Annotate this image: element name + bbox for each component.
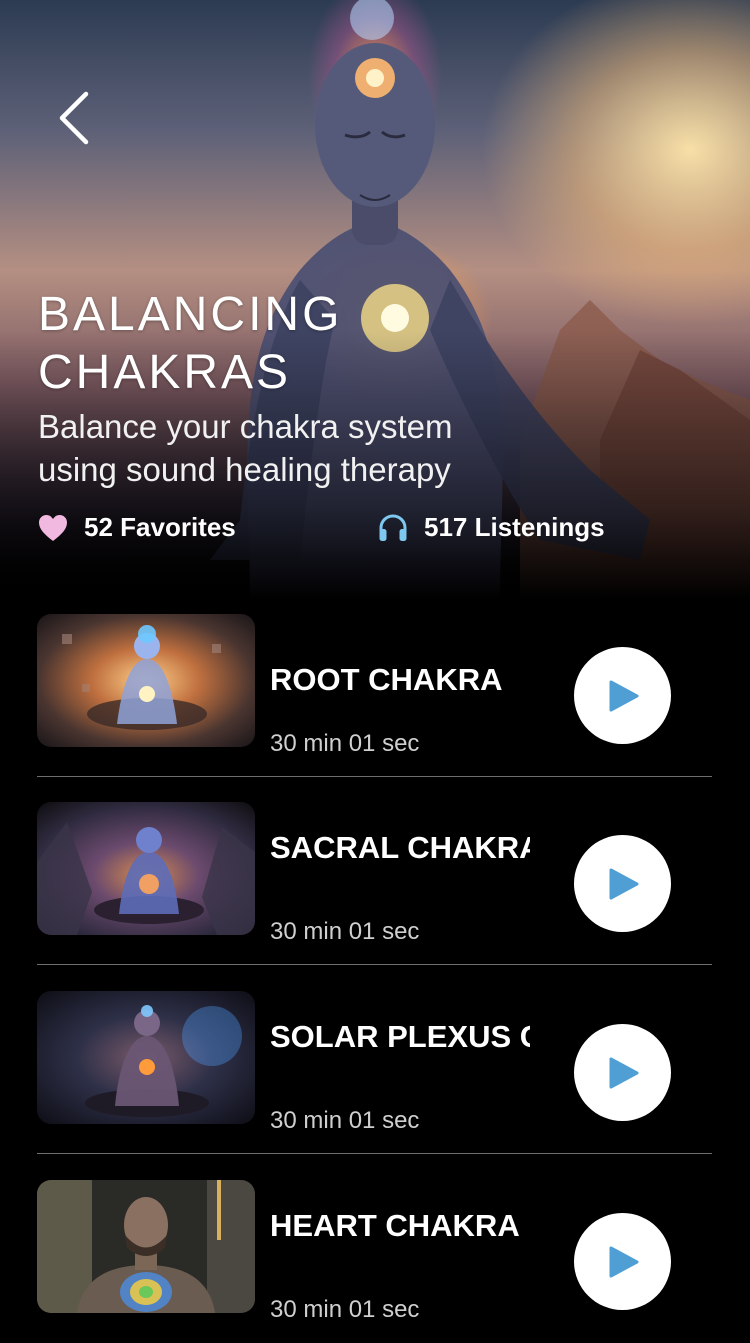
- page-subtitle: Balance your chakra system using sound h…: [38, 408, 453, 488]
- track-title: SOLAR PLEXUS CHAKRA: [270, 1019, 530, 1054]
- play-icon: [609, 1057, 638, 1088]
- track-row-heart-chakra[interactable]: HEART CHAKRA 30 min 01 sec: [37, 1155, 712, 1343]
- track-duration: 30 min 01 sec: [270, 730, 420, 757]
- play-icon: [609, 1246, 638, 1277]
- favorites-stat[interactable]: 52 Favorites: [38, 512, 236, 543]
- track-row-sacral-chakra[interactable]: SACRAL CHAKRA 30 min 01 sec: [37, 777, 712, 965]
- back-button[interactable]: [48, 88, 98, 148]
- play-button[interactable]: [574, 1213, 671, 1310]
- play-button[interactable]: [574, 647, 671, 744]
- page-title: BALANCING CHAKRAS: [38, 288, 343, 399]
- headphones-icon: [378, 513, 408, 543]
- track-title: ROOT CHAKRA: [270, 662, 503, 697]
- favorites-count: 52 Favorites: [84, 512, 236, 542]
- track-row-solar-plexus-chakra[interactable]: SOLAR PLEXUS CHAKRA 30 min 01 sec: [37, 966, 712, 1154]
- track-duration: 30 min 01 sec: [270, 1296, 420, 1323]
- listenings-count: 517 Listenings: [424, 512, 605, 542]
- play-button[interactable]: [574, 835, 671, 932]
- play-icon: [609, 680, 638, 711]
- track-row-root-chakra[interactable]: ROOT CHAKRA 30 min 01 sec: [37, 589, 712, 777]
- chevron-left-icon: [59, 91, 89, 145]
- track-title: HEART CHAKRA: [270, 1208, 520, 1243]
- man-portrait-icon: [37, 1180, 255, 1313]
- meditating-figure-icon: [37, 802, 255, 935]
- play-button[interactable]: [574, 1024, 671, 1121]
- track-duration: 30 min 01 sec: [270, 918, 420, 945]
- listenings-stat: 517 Listenings: [378, 512, 605, 543]
- track-duration: 30 min 01 sec: [270, 1107, 420, 1134]
- track-title: SACRAL CHAKRA: [270, 830, 530, 865]
- play-icon: [609, 868, 638, 899]
- meditating-figure-icon: [37, 614, 255, 747]
- meditating-figure-icon: [37, 991, 255, 1124]
- heart-icon: [38, 513, 68, 543]
